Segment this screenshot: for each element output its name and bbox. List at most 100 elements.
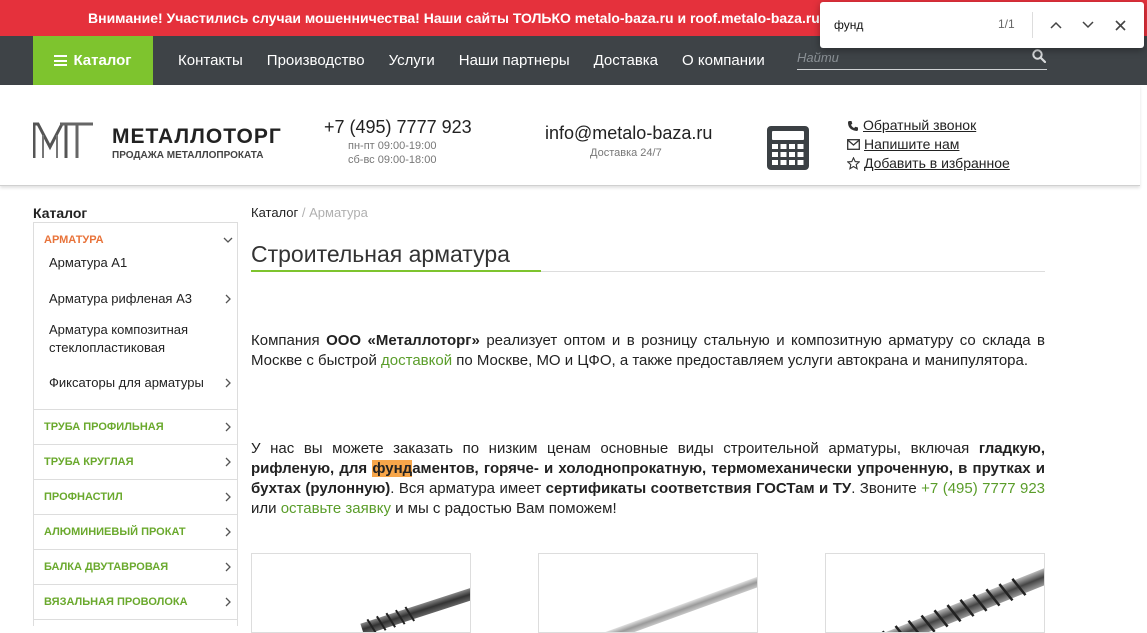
sidebar-category-label: Труба круглая (44, 456, 134, 468)
sidebar-category-label: Арматура (44, 234, 104, 246)
star-icon (847, 157, 860, 170)
chevron-right-icon (225, 422, 231, 432)
text-run: . Звоните (851, 480, 922, 497)
working-hours: пн-пт 09:00-19:00 сб-вс 09:00-18:00 (348, 139, 436, 167)
rebar-image (360, 586, 470, 632)
page-title: Строительная арматура (251, 241, 510, 267)
text-run: У нас вы можете заказать по низким ценам… (251, 440, 979, 457)
product-thumb-rebar-1[interactable] (251, 553, 471, 633)
site-search (797, 46, 1047, 70)
sidebar-category-profile-pipe[interactable]: Труба профильная (34, 410, 237, 445)
text-run: или (251, 500, 281, 517)
close-icon (1114, 19, 1126, 31)
sidebar-category-label: Балка двутавровая (44, 561, 169, 573)
content-phone-link[interactable]: +7 (495) 7777 923 (921, 480, 1045, 497)
text-run: по Москве, МО и ЦФО, а также предоставля… (452, 352, 1029, 369)
order-paragraph: У нас вы можете заказать по низким ценам… (251, 439, 1045, 519)
product-thumb-rebar-2[interactable] (538, 553, 758, 633)
company-name: ООО «Металлоторг» (326, 332, 480, 349)
sidebar-category-round-pipe[interactable]: Труба круглая (34, 445, 237, 480)
chevron-right-icon (225, 562, 231, 572)
sidebar-item-label: Арматура рифленая А3 (49, 291, 192, 306)
breadcrumb-separator: / (298, 205, 310, 220)
catalog-button[interactable]: Каталог (33, 36, 153, 85)
site-search-input[interactable] (797, 46, 1017, 68)
logo-icon (32, 122, 93, 158)
header-email[interactable]: info@metalo-baza.ru (545, 123, 712, 144)
sidebar-item-a3[interactable]: Арматура рифленая А3 (34, 281, 237, 317)
nav-link-services[interactable]: Услуги (389, 52, 435, 69)
sidebar-category-label: Алюминиевый прокат (44, 526, 186, 538)
catalog-sidebar: Арматура Арматура А1 Арматура рифленая А… (33, 222, 238, 626)
logo-mark[interactable] (32, 121, 95, 164)
catalog-button-label: Каталог (73, 52, 132, 69)
chevron-right-icon (225, 378, 231, 388)
nav-link-about[interactable]: О компании (682, 52, 765, 69)
bold-run: сертификаты соответствия ГОСТам и ТУ (545, 480, 852, 497)
sidebar-item-fixators[interactable]: Фиксаторы для арматуры (34, 365, 237, 401)
sidebar-item-a1[interactable]: Арматура А1 (34, 253, 237, 275)
search-icon[interactable] (1032, 49, 1046, 63)
logo-tagline: ПРОДАЖА МЕТАЛЛОПРОКАТА (112, 150, 264, 161)
nav-links: Контакты Производство Услуги Наши партне… (178, 36, 789, 85)
sidebar-group-armatura: Арматура Арматура А1 Арматура рифленая А… (34, 223, 237, 410)
find-input[interactable] (834, 16, 984, 34)
find-next-button[interactable] (1077, 14, 1099, 36)
sidebar-category-profnastil[interactable]: Профнастил (34, 480, 237, 515)
ribbed-rebar-image (861, 567, 1044, 632)
chevron-right-icon (225, 492, 231, 502)
find-in-page-bar: 1/1 (820, 2, 1144, 48)
title-accent-line (251, 270, 541, 272)
add-favorite-link[interactable]: Добавить в избранное (864, 154, 1010, 173)
breadcrumb-current: Арматура (309, 205, 368, 220)
nav-link-delivery[interactable]: Доставка (594, 52, 658, 69)
site-header: МЕТАЛЛОТОРГ ПРОДАЖА МЕТАЛЛОПРОКАТА +7 (4… (0, 85, 1140, 186)
calculator-button[interactable] (766, 125, 810, 176)
chevron-right-icon (225, 597, 231, 607)
product-thumb-rebar-3[interactable] (825, 553, 1045, 633)
header-phone[interactable]: +7 (495) 7777 923 (324, 117, 472, 138)
sidebar-category-wire[interactable]: Вязальная проволока (34, 585, 237, 620)
nav-link-contacts[interactable]: Контакты (178, 52, 243, 69)
chevron-right-icon (225, 527, 231, 537)
phone-icon (848, 120, 858, 131)
hours-weekday: пн-пт 09:00-19:00 (348, 140, 437, 152)
find-highlight: фунд (372, 460, 413, 477)
chevron-down-icon (1082, 21, 1094, 29)
sidebar-category-aluminium[interactable]: Алюминиевый прокат (34, 515, 237, 550)
logo-name[interactable]: МЕТАЛЛОТОРГ (112, 125, 282, 149)
write-us-link[interactable]: Напишите нам (864, 135, 959, 154)
sidebar-category-label: Труба профильная (44, 421, 164, 433)
sidebar-item-label: Фиксаторы для арматуры (49, 375, 204, 390)
breadcrumb-root[interactable]: Каталог (251, 205, 298, 220)
sidebar-item-label: Арматура композитная стеклопластиковая (49, 322, 189, 355)
header-quick-links: Обратный звонок Напишите нам Добавить в … (847, 116, 1010, 173)
chevron-right-icon (225, 457, 231, 467)
find-match-count: 1/1 (998, 17, 1015, 31)
sidebar-category-armatura[interactable]: Арматура (34, 223, 237, 257)
smooth-rod-image (585, 569, 757, 632)
breadcrumb: Каталог / Арматура (251, 205, 368, 220)
delivery-note: Доставка 24/7 (590, 147, 662, 159)
find-previous-button[interactable] (1045, 14, 1067, 36)
sidebar-category-i-beam[interactable]: Балка двутавровая (34, 550, 237, 585)
intro-paragraph: Компания ООО «Металлоторг» реализует опт… (251, 331, 1045, 371)
chevron-up-icon (1050, 21, 1062, 29)
sidebar-category-label: Вязальная проволока (44, 596, 188, 608)
sidebar-item-composite[interactable]: Арматура композитная стеклопластиковая (34, 317, 237, 361)
hours-weekend: сб-вс 09:00-18:00 (348, 154, 437, 166)
envelope-icon (847, 139, 860, 150)
nav-link-partners[interactable]: Наши партнеры (459, 52, 570, 69)
find-close-button[interactable] (1109, 14, 1131, 36)
delivery-link[interactable]: доставкой (381, 352, 452, 369)
chevron-right-icon (225, 294, 231, 304)
callback-link[interactable]: Обратный звонок (863, 116, 976, 135)
menu-icon (54, 55, 68, 66)
request-link[interactable]: оставьте заявку (281, 500, 391, 517)
calculator-icon (767, 126, 809, 170)
find-divider (1032, 12, 1033, 38)
sidebar-title: Каталог (33, 205, 88, 221)
sidebar-category-label: Профнастил (44, 491, 123, 503)
text-run: . Вся арматура имеет (390, 480, 546, 497)
nav-link-production[interactable]: Производство (267, 52, 365, 69)
